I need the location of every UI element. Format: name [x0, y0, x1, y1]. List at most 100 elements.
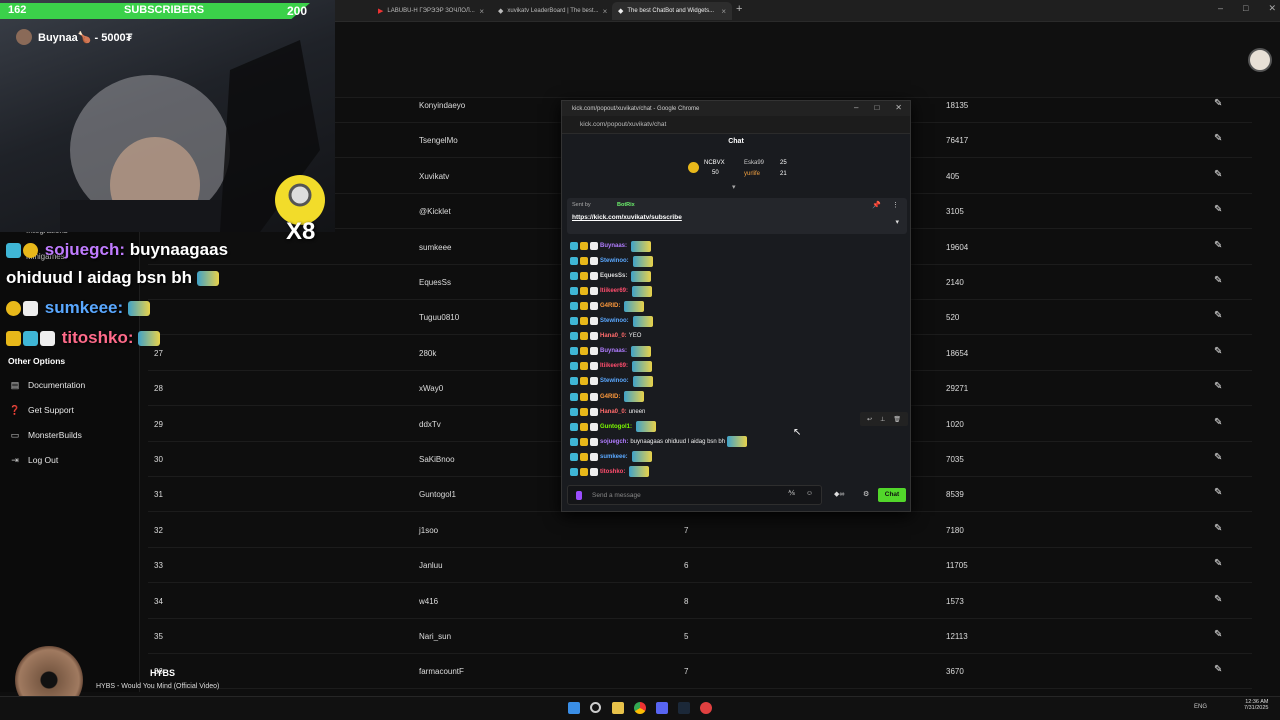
delete-icon[interactable]: 🗑 — [893, 416, 901, 423]
browser-tab-active[interactable]: ◆ The best ChatBot and Widgets... × — [612, 2, 732, 20]
pin-icon[interactable]: ⊥ — [880, 416, 885, 423]
rank-cell: 27 — [154, 348, 163, 358]
close-tab-icon[interactable]: × — [721, 7, 726, 16]
close-window-icon[interactable]: ✕ — [895, 103, 902, 112]
edit-icon[interactable]: ✎ — [1214, 346, 1222, 357]
chevron-down-icon[interactable]: ▾ — [895, 218, 899, 226]
points-cell: 3105 — [946, 207, 964, 217]
badge-icon — [6, 331, 21, 347]
badge-icon — [590, 362, 598, 371]
chat-username[interactable]: titoshko: — [600, 469, 625, 475]
translate-icon[interactable]: ⅍ — [788, 490, 795, 497]
chat-text: uneen — [628, 408, 646, 415]
chat-username[interactable]: EquesSs: — [600, 273, 627, 279]
maximize-icon[interactable]: □ — [1243, 3, 1248, 14]
badge-icon — [570, 332, 578, 341]
sidebar-item-log-out[interactable]: ⇥ Log Out — [10, 451, 58, 469]
popup-address-bar[interactable]: kick.com/popout/xuvikatv/chat — [562, 116, 910, 134]
minimize-icon[interactable]: – — [854, 103, 858, 112]
search-icon[interactable] — [590, 702, 601, 713]
edit-icon[interactable]: ✎ — [1214, 310, 1222, 321]
chat-username[interactable]: Stewinoo: — [600, 258, 629, 264]
new-tab-button[interactable]: + — [736, 3, 742, 15]
chat-username[interactable]: Stewinoo: — [600, 378, 629, 384]
subscriber-count: 162 — [8, 4, 27, 16]
username-cell: Janluu — [419, 561, 443, 571]
chrome-icon[interactable] — [634, 702, 646, 714]
badge-icon — [580, 287, 588, 296]
more-icon[interactable]: ⋮ — [892, 201, 899, 209]
taskbar-clock[interactable]: 12:36 AM 7/31/2025 — [1244, 699, 1268, 711]
browser-tab[interactable]: ▶ LABUBU-Н ГЭРЭЭР ЗОЧЛОЛ... × — [372, 2, 490, 20]
pin-icon[interactable]: 📌 — [872, 201, 881, 209]
chat-username[interactable]: Stewinoo: — [600, 318, 629, 324]
edit-icon[interactable]: ✎ — [1214, 452, 1222, 463]
sidebar-item-get-support[interactable]: ❓ Get Support — [9, 401, 73, 419]
language-indicator[interactable]: ENG — [1194, 704, 1207, 710]
chat-username[interactable]: Guntogol1: — [600, 424, 632, 430]
chat-username[interactable]: Itiikeer69: — [600, 288, 628, 294]
gear-icon[interactable]: ⚙ — [863, 490, 869, 498]
edit-icon[interactable]: ✎ — [1214, 381, 1222, 392]
edit-icon[interactable]: ✎ — [1214, 133, 1222, 144]
chat-username[interactable]: Hana0_0: — [600, 333, 627, 339]
emoji-icon[interactable]: ☺ — [806, 490, 813, 497]
emote-icon — [632, 375, 653, 387]
sidebar-item-monsterbuilds[interactable]: ▭ MonsterBuilds — [10, 426, 82, 444]
sidebar-item-documentation[interactable]: ▤ Documentation — [10, 376, 85, 394]
mouse-cursor-icon: ↖ — [793, 427, 802, 438]
app-icon[interactable] — [700, 702, 712, 714]
pinned-link[interactable]: https://kick.com/xuvikatv/subscribe — [572, 214, 682, 221]
close-window-icon[interactable]: ✕ — [1268, 3, 1276, 14]
windows-start-icon[interactable] — [568, 702, 580, 714]
edit-icon[interactable]: ✎ — [1214, 487, 1222, 498]
points-cell: 29271 — [946, 384, 969, 394]
chat-username[interactable]: Itiikeer69: — [600, 363, 628, 369]
badge-icon — [580, 347, 588, 356]
chat-username[interactable]: Buynaas: — [600, 348, 627, 354]
edit-icon[interactable]: ✎ — [1214, 417, 1222, 428]
edit-icon[interactable]: ✎ — [1214, 204, 1222, 215]
count-cell: 7 — [684, 667, 689, 677]
edit-icon[interactable]: ✎ — [1214, 664, 1222, 675]
emote-icon — [127, 301, 150, 317]
edit-icon[interactable]: ✎ — [1214, 98, 1222, 109]
microphone-icon[interactable] — [576, 491, 582, 500]
send-chat-button[interactable]: Chat — [878, 488, 906, 502]
emote-icon — [727, 436, 748, 448]
edit-icon[interactable]: ✎ — [1214, 275, 1222, 286]
close-tab-icon[interactable]: × — [479, 7, 484, 16]
badge-icon — [570, 347, 578, 356]
avatar[interactable] — [1248, 48, 1272, 72]
tab-label: LABUBU-Н ГЭРЭЭР ЗОЧЛОЛ... — [387, 8, 475, 14]
chat-username[interactable]: Hana0_0: — [600, 409, 627, 415]
edit-icon[interactable]: ✎ — [1214, 629, 1222, 640]
edit-icon[interactable]: ✎ — [1214, 169, 1222, 180]
file-explorer-icon[interactable] — [612, 702, 624, 714]
badge-icon — [570, 377, 578, 386]
edit-icon[interactable]: ✎ — [1214, 594, 1222, 605]
emote-icon — [636, 421, 656, 433]
discord-icon[interactable] — [656, 702, 668, 714]
steam-icon[interactable] — [678, 702, 690, 714]
chat-message: titoshko: — [570, 465, 650, 479]
chat-username[interactable]: Buynaas: — [600, 243, 627, 249]
reply-icon[interactable]: ↩ — [867, 416, 872, 423]
badge-icon — [580, 317, 588, 326]
minimize-icon[interactable]: – — [1218, 3, 1223, 14]
chat-message-input[interactable]: Send a message ⅍ ☺ — [567, 485, 822, 505]
chat-username[interactable]: G4RID: — [600, 394, 620, 400]
badge-icon — [590, 272, 598, 281]
chat-username[interactable]: sumkeee: — [600, 454, 628, 460]
edit-icon[interactable]: ✎ — [1214, 523, 1222, 534]
chat-username[interactable]: G4RID: — [600, 303, 620, 309]
close-tab-icon[interactable]: × — [603, 7, 608, 16]
maximize-icon[interactable]: □ — [874, 103, 879, 112]
chat-username[interactable]: sojuegch: — [600, 439, 628, 445]
edit-icon[interactable]: ✎ — [1214, 240, 1222, 251]
browser-tab[interactable]: ◆ xuvikatv LeaderBoard | The best... × — [492, 2, 610, 20]
edit-icon[interactable]: ✎ — [1214, 558, 1222, 569]
chevron-down-icon[interactable]: ▾ — [732, 183, 736, 191]
emote-icon — [138, 331, 161, 347]
points-icon[interactable]: ◆∞ — [834, 490, 844, 498]
